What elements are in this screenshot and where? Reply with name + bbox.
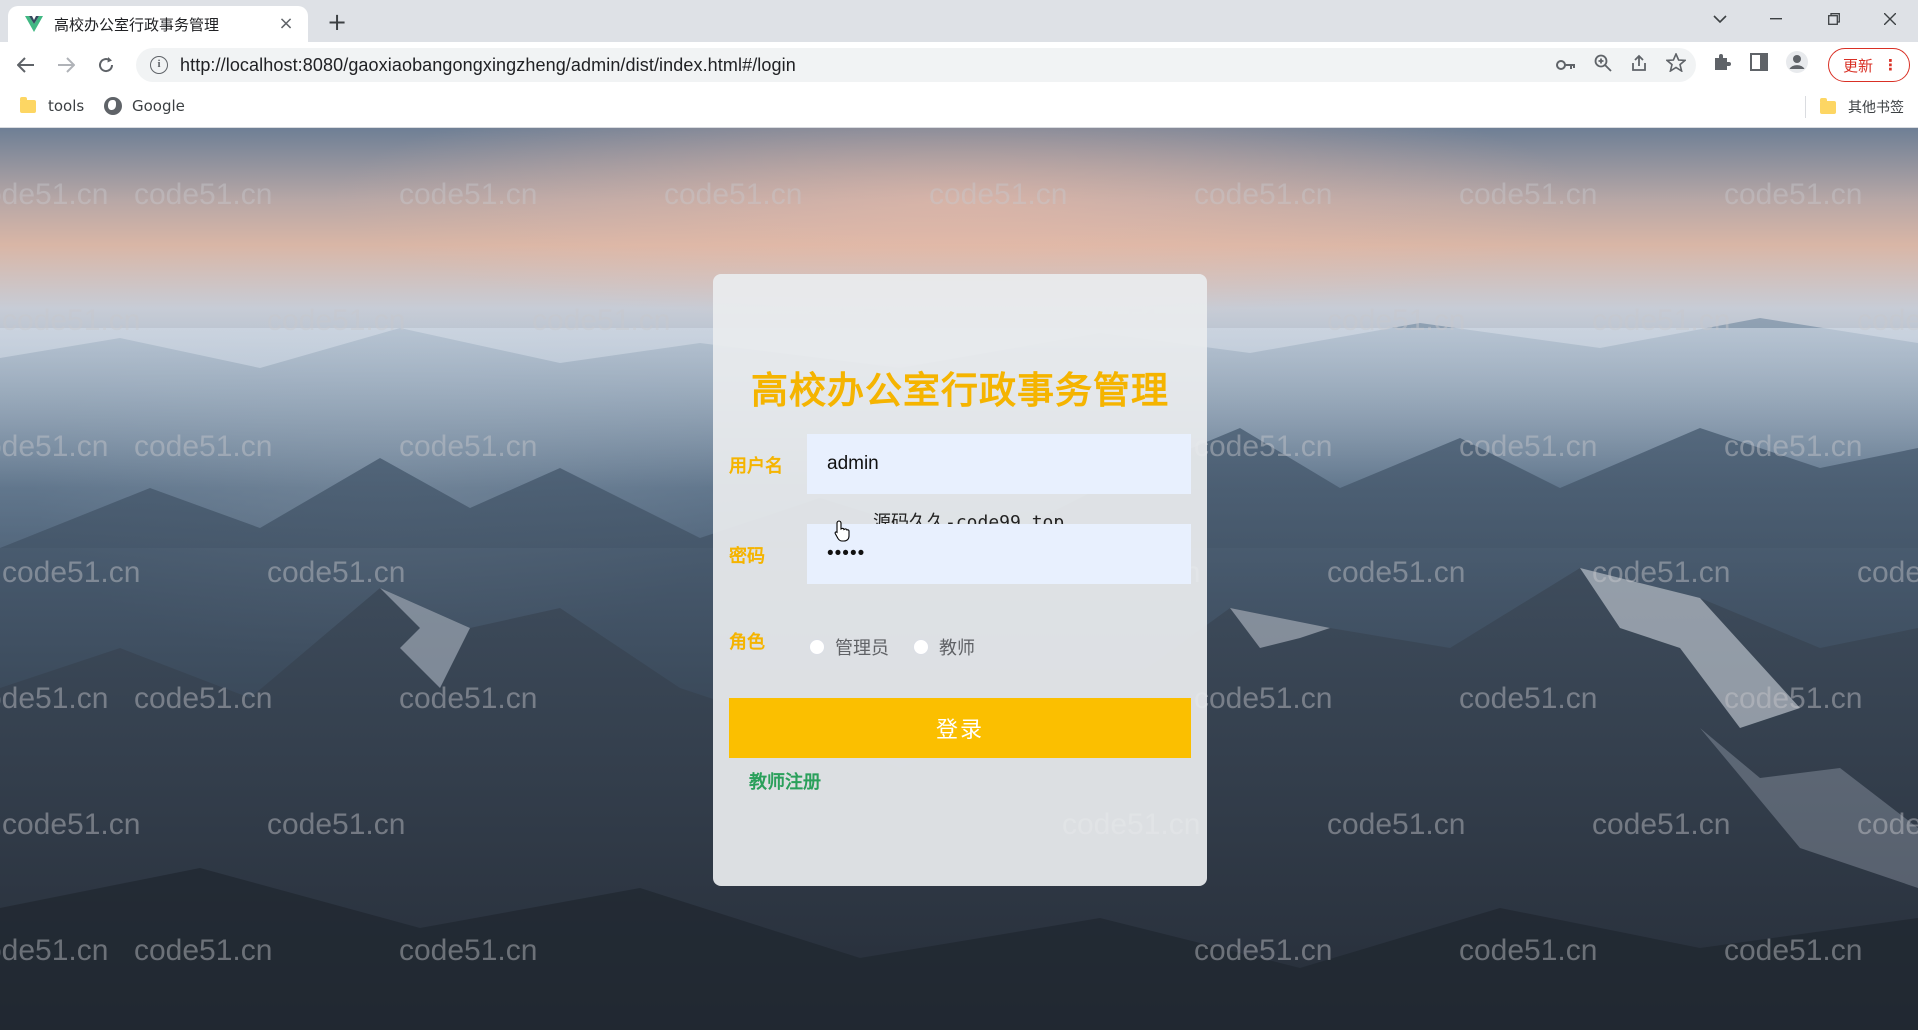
bookmark-label: tools	[48, 97, 85, 115]
update-label: 更新	[1843, 56, 1874, 75]
reload-icon[interactable]	[92, 51, 120, 79]
hand-cursor-icon	[834, 520, 850, 542]
role-label-admin[interactable]: 管理员	[835, 634, 889, 660]
tab-strip: 高校办公室行政事务管理 × +	[0, 0, 1918, 42]
star-icon[interactable]	[1664, 51, 1688, 77]
folder-icon	[1820, 97, 1836, 114]
role-radio-teacher[interactable]	[913, 639, 929, 655]
menu-dots-icon[interactable]: ⋮	[1883, 56, 1898, 74]
back-icon[interactable]	[12, 51, 40, 79]
teacher-register-link[interactable]: 教师注册	[749, 768, 821, 794]
login-card: 高校办公室行政事务管理 用户名 admin 源码久久-code99.top 密码…	[713, 274, 1207, 886]
minimize-icon[interactable]	[1748, 0, 1804, 38]
bookmark-tools[interactable]: tools	[20, 96, 85, 115]
browser-tab[interactable]: 高校办公室行政事务管理 ×	[8, 6, 308, 42]
username-label: 用户名	[729, 456, 783, 477]
username-input[interactable]: admin	[807, 434, 1191, 494]
tab-close-icon[interactable]: ×	[276, 14, 296, 34]
key-icon[interactable]	[1556, 55, 1576, 76]
close-window-icon[interactable]	[1862, 0, 1918, 38]
role-radio-group: 管理员 教师	[809, 634, 999, 660]
browser-toolbar: i http://localhost:8080/gaoxiaobangongxi…	[0, 42, 1918, 88]
tab-title: 高校办公室行政事务管理	[54, 15, 220, 34]
role-label: 角色	[729, 632, 765, 653]
password-input[interactable]: •••••	[807, 524, 1191, 584]
bookmark-other[interactable]: 其他书签	[1820, 97, 1904, 117]
bookmark-label: 其他书签	[1848, 100, 1904, 116]
vue-logo-icon	[24, 14, 44, 34]
tab-search-icon[interactable]	[1692, 0, 1748, 38]
login-button[interactable]: 登录	[729, 698, 1191, 758]
forward-icon[interactable]	[52, 51, 80, 79]
url-text[interactable]: http://localhost:8080/gaoxiaobangongxing…	[180, 55, 796, 76]
profile-icon[interactable]	[1786, 51, 1808, 78]
role-radio-admin[interactable]	[809, 639, 825, 655]
globe-icon	[104, 97, 122, 115]
new-tab-button[interactable]: +	[322, 8, 352, 38]
info-icon[interactable]: i	[150, 56, 168, 74]
update-button[interactable]: 更新 ⋮	[1828, 48, 1910, 82]
bookmark-divider	[1805, 96, 1806, 118]
page-viewport: code51.cn code51.cn code51.cn code51.cn …	[0, 128, 1918, 1030]
sidepanel-icon[interactable]	[1750, 53, 1768, 76]
password-label: 密码	[729, 546, 765, 567]
folder-icon	[20, 96, 36, 113]
address-bar[interactable]: i http://localhost:8080/gaoxiaobangongxi…	[136, 48, 1696, 82]
zoom-icon[interactable]	[1594, 54, 1612, 77]
share-icon[interactable]	[1630, 54, 1648, 77]
extensions-icon[interactable]	[1712, 52, 1732, 77]
page-title: 高校办公室行政事务管理	[751, 369, 1169, 412]
restore-icon[interactable]	[1806, 0, 1862, 38]
bookmarks-bar: tools Google 其他书签	[0, 88, 1918, 128]
bookmark-label: Google	[132, 97, 185, 115]
role-label-teacher[interactable]: 教师	[939, 634, 975, 660]
bookmark-google[interactable]: Google	[104, 97, 185, 115]
